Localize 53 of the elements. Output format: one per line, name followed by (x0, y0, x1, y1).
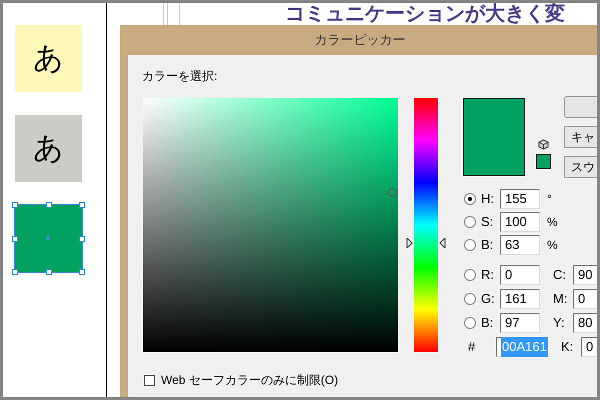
dialog-button[interactable]: スウ (564, 156, 597, 178)
dialog-button[interactable]: キャ (564, 126, 597, 148)
radio-button[interactable] (464, 239, 476, 251)
field-label: C: (553, 266, 567, 284)
radio-button[interactable] (464, 293, 476, 305)
radio-button[interactable] (464, 193, 476, 205)
selection-handle-icon[interactable] (12, 269, 18, 275)
selection-handle-icon[interactable] (12, 202, 18, 208)
field-label: R: (481, 266, 495, 284)
selection-handle-icon[interactable] (79, 269, 85, 275)
field-label: B: (481, 314, 494, 332)
color-field[interactable] (143, 98, 398, 352)
field-label: S: (481, 213, 494, 232)
input-field[interactable]: 63 (500, 235, 540, 255)
input-field[interactable]: 0 (581, 337, 597, 357)
selection-handle-icon[interactable] (79, 202, 85, 208)
checkbox[interactable] (144, 374, 155, 386)
text-swatch: あ (15, 115, 82, 182)
unit-label: ° (547, 191, 552, 208)
input-field[interactable]: 161 (500, 289, 540, 309)
web-safe-swatch[interactable] (536, 154, 551, 169)
field-label: B: (481, 236, 494, 254)
prompt-label: カラーを選択: (142, 69, 218, 83)
checkbox-label: Web セーフカラーのみに制限(O) (161, 372, 338, 389)
radio-button[interactable] (464, 317, 476, 329)
radio-button[interactable] (464, 216, 476, 228)
radio-button[interactable] (464, 269, 476, 281)
text-swatch: あ (15, 25, 82, 92)
unit-label: % (547, 214, 558, 231)
input-field[interactable]: 100 (500, 212, 540, 232)
input-field[interactable]: 155 (500, 189, 540, 209)
input-field[interactable]: 0 (573, 289, 597, 309)
field-label: M: (553, 290, 568, 308)
input-field[interactable]: 97 (500, 313, 540, 333)
field-label: G: (481, 290, 496, 308)
window-title: カラーピッカー (314, 31, 406, 50)
field-label: Y: (553, 314, 566, 332)
input-field[interactable]: 80 (573, 313, 597, 333)
selection-handle-icon[interactable] (12, 236, 18, 242)
field-label: K: (561, 338, 574, 356)
unit-label: % (547, 237, 558, 254)
selection-handle-icon[interactable] (46, 269, 52, 275)
hex-label: # (468, 338, 476, 356)
ok-button[interactable] (564, 96, 597, 118)
center-point-icon (46, 236, 50, 240)
selection-handle-icon[interactable] (79, 236, 85, 242)
cube-icon[interactable] (538, 139, 549, 150)
selection-handle-icon[interactable] (46, 202, 52, 208)
field-label: H: (481, 190, 495, 208)
input-field[interactable]: 0 (500, 265, 540, 285)
hue-slider-handle-icon[interactable] (406, 238, 446, 248)
color-marker-icon[interactable] (388, 188, 397, 197)
input-field[interactable]: 90 (573, 265, 597, 285)
